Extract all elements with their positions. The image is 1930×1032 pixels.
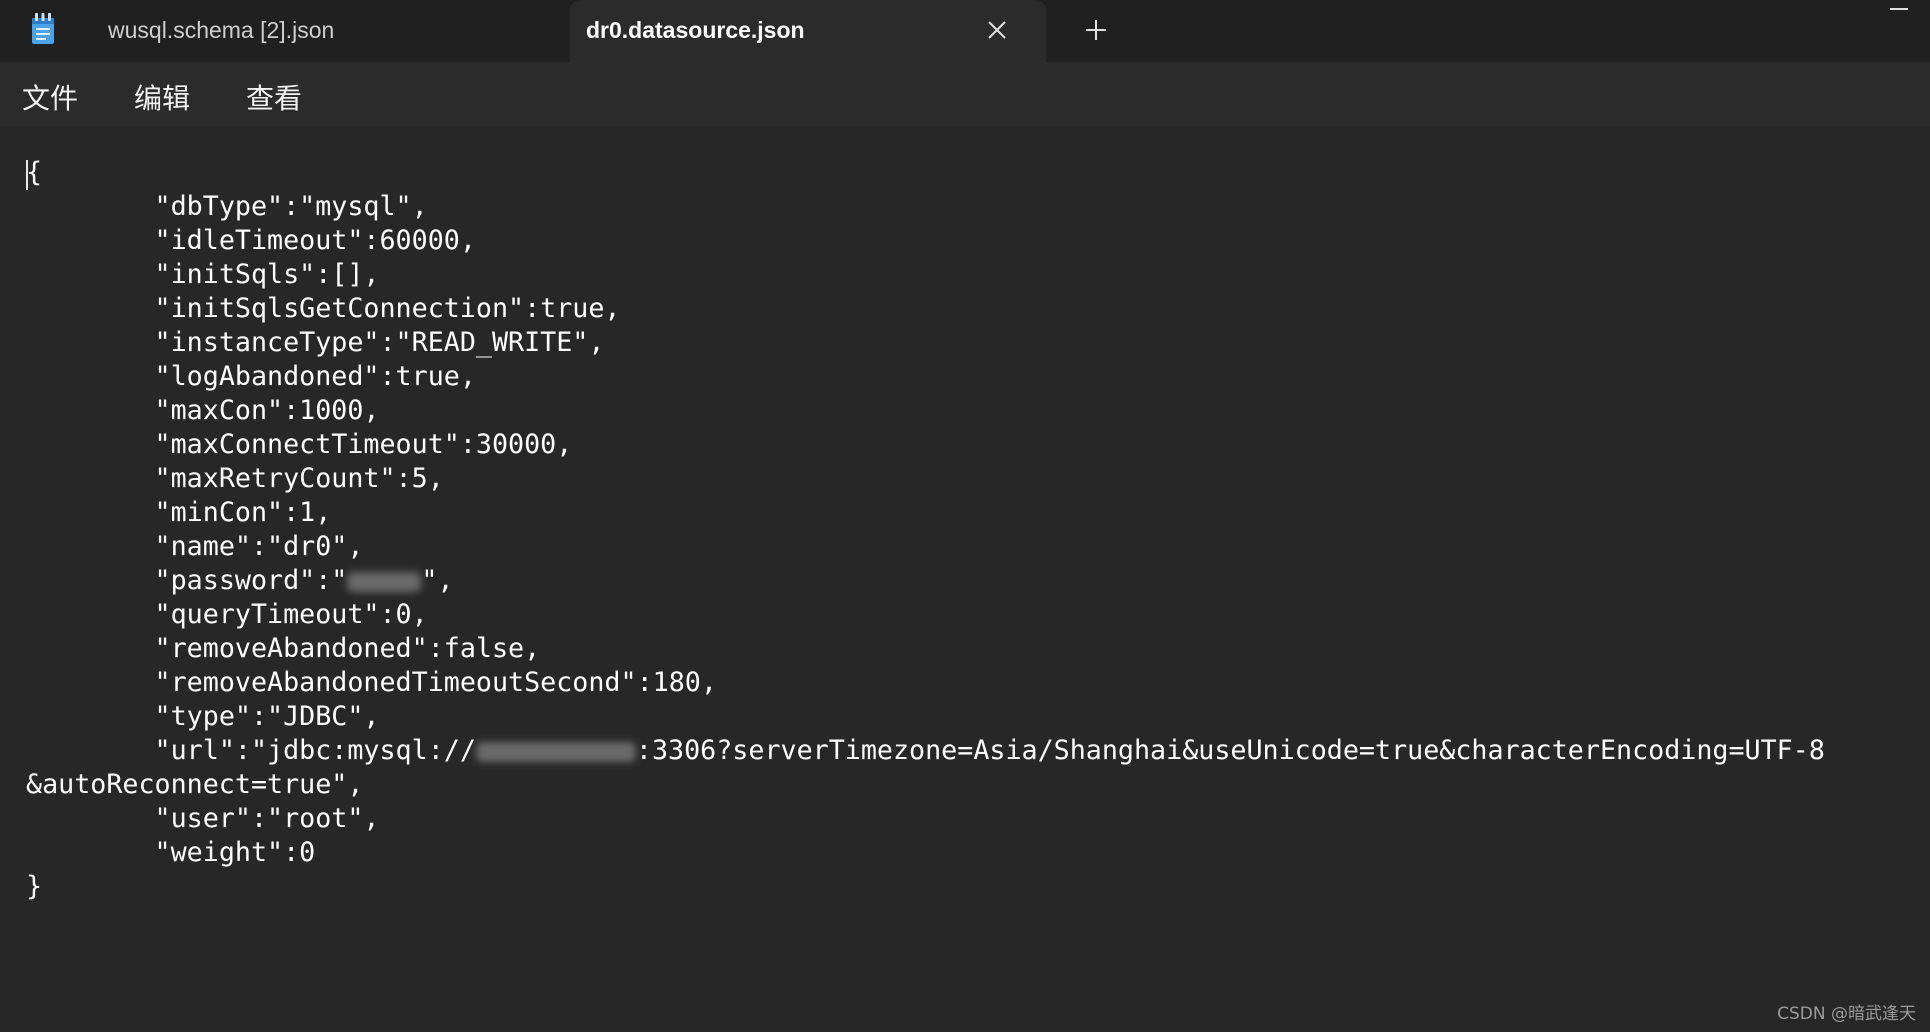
code-line: "maxConnectTimeout":30000,	[154, 429, 573, 460]
code-line: "initSqlsGetConnection":true,	[154, 293, 621, 324]
code-line: "removeAbandonedTimeoutSecond":180,	[154, 667, 717, 698]
code-line: "password":"	[154, 565, 348, 596]
code-line: "minCon":1,	[154, 497, 332, 528]
code-line: "maxRetryCount":5,	[154, 463, 444, 494]
tab-label: wusql.schema [2].json	[108, 17, 335, 43]
editor-content[interactable]: { "dbType":"mysql", "idleTimeout":60000,…	[26, 156, 1825, 904]
close-icon[interactable]	[980, 13, 1014, 47]
redacted-password	[347, 571, 422, 592]
code-line: "user":"root",	[154, 803, 380, 834]
code-line: "dbType":"mysql",	[154, 191, 428, 222]
code-line: "name":"dr0",	[154, 531, 364, 562]
menu-view[interactable]: 查看	[246, 77, 302, 117]
code-line: "removeAbandoned":false,	[154, 633, 541, 664]
tab-wusql-schema[interactable]: wusql.schema [2].json	[0, 0, 568, 62]
code-line: "queryTimeout":0,	[154, 599, 428, 630]
tab-label: dr0.datasource.json	[586, 17, 805, 43]
menu-bar: 文件 编辑 查看	[0, 62, 1930, 126]
code-line: "maxCon":1000,	[154, 395, 380, 426]
minimize-icon[interactable]	[1886, 0, 1912, 12]
code-line: ",	[421, 565, 454, 596]
redacted-host	[475, 741, 636, 762]
menu-file[interactable]: 文件	[22, 77, 78, 117]
code-line: &autoReconnect=true",	[26, 769, 364, 800]
watermark: CSDN @暗武逢天	[1777, 1004, 1916, 1024]
code-line: {	[26, 157, 43, 188]
tab-bar: wusql.schema [2].json dr0.datasource.jso…	[0, 0, 1930, 62]
code-line: :3306?serverTimezone=Asia/Shanghai&useUn…	[635, 735, 1825, 766]
menu-edit[interactable]: 编辑	[134, 77, 190, 117]
code-line: "type":"JDBC",	[154, 701, 380, 732]
code-line: "weight":0	[154, 837, 316, 868]
tab-dr0-datasource[interactable]: dr0.datasource.json	[570, 0, 1046, 62]
text-editor[interactable]: { "dbType":"mysql", "idleTimeout":60000,…	[0, 126, 1930, 1032]
code-line: }	[26, 871, 43, 902]
code-line: "initSqls":[],	[154, 259, 380, 290]
new-tab-icon[interactable]	[1078, 12, 1114, 48]
code-line: "instanceType":"READ_WRITE",	[154, 327, 605, 358]
notepad-icon	[30, 13, 56, 45]
code-line: "logAbandoned":true,	[154, 361, 476, 392]
code-line: "url":"jdbc:mysql://	[154, 735, 476, 766]
code-line: "idleTimeout":60000,	[154, 225, 476, 256]
